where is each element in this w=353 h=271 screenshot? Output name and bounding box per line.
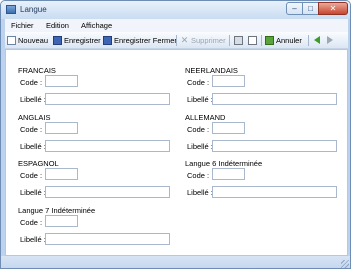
language-group-francais: FRANCAIS Code : Libellé : xyxy=(18,66,178,108)
libelle-input-langue-7[interactable] xyxy=(45,233,170,245)
app-window-icon xyxy=(6,5,16,14)
libelle-input-allemand[interactable] xyxy=(212,140,337,152)
save-close-icon xyxy=(103,36,112,45)
libelle-input-langue-6[interactable] xyxy=(212,186,337,198)
code-input-neerlandais[interactable] xyxy=(212,75,245,87)
libelle-label: Libellé : xyxy=(187,95,213,104)
delete-label: Supprimer xyxy=(191,36,226,45)
code-input-langue-7[interactable] xyxy=(45,215,78,227)
form-area: FRANCAIS Code : Libellé : NEERLANDAIS Co… xyxy=(5,49,348,256)
print-button[interactable] xyxy=(234,35,245,46)
resize-grip-icon[interactable] xyxy=(341,260,349,268)
group-title: NEERLANDAIS xyxy=(185,66,238,75)
save-disk-icon xyxy=(53,36,62,45)
code-input-allemand[interactable] xyxy=(212,122,245,134)
window-title: Langue xyxy=(20,5,47,14)
code-label: Code : xyxy=(20,218,43,227)
language-group-allemand: ALLEMAND Code : Libellé : xyxy=(185,113,345,155)
code-input-anglais[interactable] xyxy=(45,122,78,134)
group-title: ESPAGNOL xyxy=(18,159,59,168)
group-title: Langue 6 Indéterminée xyxy=(185,159,263,168)
minimize-button[interactable]: – xyxy=(286,2,303,15)
menu-affichage[interactable]: Affichage xyxy=(81,21,112,30)
language-group-espagnol: ESPAGNOL Code : Libellé : xyxy=(18,159,178,201)
group-title: ANGLAIS xyxy=(18,113,51,122)
libelle-input-neerlandais[interactable] xyxy=(212,93,337,105)
print-preview-icon xyxy=(248,36,257,45)
language-group-langue-7: Langue 7 Indéterminée Code : Libellé : xyxy=(18,206,178,248)
libelle-input-anglais[interactable] xyxy=(45,140,170,152)
code-input-langue-6[interactable] xyxy=(212,168,245,180)
save-close-label: Enregistrer Fermer xyxy=(114,36,177,45)
cancel-label: Annuler xyxy=(276,36,302,45)
group-title: Langue 7 Indéterminée xyxy=(18,206,96,215)
libelle-input-francais[interactable] xyxy=(45,93,170,105)
code-label: Code : xyxy=(20,78,43,87)
toolbar-separator xyxy=(261,35,262,46)
libelle-label: Libellé : xyxy=(20,188,46,197)
code-input-espagnol[interactable] xyxy=(45,168,78,180)
code-label: Code : xyxy=(187,78,210,87)
menu-fichier[interactable]: Fichier xyxy=(11,21,34,30)
language-group-langue-6: Langue 6 Indéterminée Code : Libellé : xyxy=(185,159,345,201)
close-button[interactable]: ✕ xyxy=(318,2,348,15)
printer-icon xyxy=(234,36,243,45)
new-document-icon xyxy=(7,36,16,45)
language-group-anglais: ANGLAIS Code : Libellé : xyxy=(18,113,178,155)
code-input-francais[interactable] xyxy=(45,75,78,87)
libelle-input-espagnol[interactable] xyxy=(45,186,170,198)
new-label: Nouveau xyxy=(18,36,49,45)
cancel-button[interactable]: Annuler xyxy=(265,35,302,46)
print-preview-button[interactable] xyxy=(248,35,259,46)
toolbar-separator xyxy=(176,35,177,46)
save-button[interactable]: Enregistrer xyxy=(53,35,101,46)
libelle-label: Libellé : xyxy=(20,142,46,151)
libelle-label: Libellé : xyxy=(20,95,46,104)
save-close-button[interactable]: Enregistrer Fermer xyxy=(103,35,177,46)
delete-button[interactable]: ✕ Supprimer xyxy=(180,35,226,46)
code-label: Code : xyxy=(187,125,210,134)
maximize-button[interactable]: □ xyxy=(302,2,319,15)
toolbar-separator xyxy=(308,35,309,46)
toolbar: Nouveau Enregistrer Enregistrer Fermer ✕… xyxy=(5,32,348,49)
language-group-neerlandais: NEERLANDAIS Code : Libellé : xyxy=(185,66,345,108)
arrow-left-icon[interactable] xyxy=(314,36,320,44)
code-label: Code : xyxy=(20,125,43,134)
status-bar xyxy=(1,256,350,268)
libelle-label: Libellé : xyxy=(187,188,213,197)
code-label: Code : xyxy=(187,171,210,180)
libelle-label: Libellé : xyxy=(20,235,46,244)
delete-x-icon: ✕ xyxy=(180,35,189,45)
code-label: Code : xyxy=(20,171,43,180)
menu-bar: Fichier Edition Affichage xyxy=(5,19,348,32)
new-button[interactable]: Nouveau xyxy=(7,35,48,46)
save-label: Enregistrer xyxy=(64,36,101,45)
menu-edition[interactable]: Edition xyxy=(46,21,69,30)
title-bar: Langue – □ ✕ xyxy=(1,1,350,19)
group-title: FRANCAIS xyxy=(18,66,56,75)
toolbar-separator xyxy=(229,35,230,46)
libelle-label: Libellé : xyxy=(187,142,213,151)
group-title: ALLEMAND xyxy=(185,113,226,122)
language-window: Langue – □ ✕ Fichier Edition Affichage N… xyxy=(0,0,351,269)
undo-icon xyxy=(265,36,274,45)
arrow-right-icon[interactable] xyxy=(327,36,333,44)
